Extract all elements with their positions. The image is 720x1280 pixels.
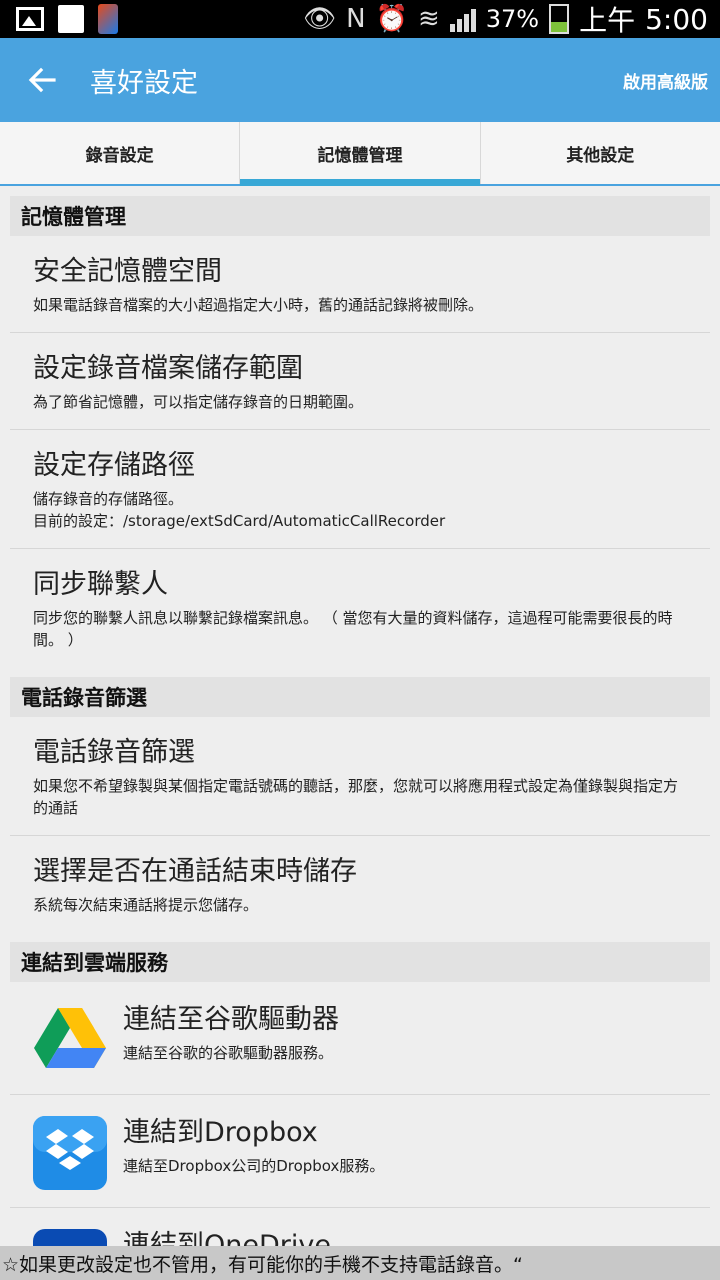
page-title: 喜好設定 — [90, 67, 198, 99]
setting-title: 連結到Dropbox — [123, 1117, 318, 1148]
settings-list[interactable]: 記憶體管理 安全記憶體空間 如果電話錄音檔案的大小超過指定大小時，舊的通話記錄將… — [0, 186, 720, 1246]
setting-title: 設定存儲路徑 — [33, 450, 195, 481]
setting-summary: 連結至Dropbox公司的Dropbox服務。 — [123, 1157, 385, 1175]
smart-stay-eye-icon: 👁 — [303, 4, 337, 34]
setting-title: 電話錄音篩選 — [33, 737, 195, 768]
setting-title: 連結至谷歌驅動器 — [123, 1004, 339, 1035]
setting-onedrive[interactable]: 連結到OneDrive — [10, 1208, 710, 1246]
setting-title: 同步聯繫人 — [33, 569, 168, 600]
battery-percent: 37% — [485, 5, 540, 33]
arrow-back-icon — [28, 67, 56, 93]
setting-storage-range[interactable]: 設定錄音檔案儲存範圍 為了節省記憶體，可以指定儲存錄音的日期範圍。 — [10, 333, 710, 430]
tab-recording-settings[interactable]: 錄音設定 — [0, 122, 239, 184]
setting-google-drive[interactable]: 連結至谷歌驅動器 連結至谷歌的谷歌驅動器服務。 — [10, 982, 710, 1095]
tab-bar: 錄音設定 記憶體管理 其他設定 — [0, 122, 720, 186]
status-ampm: 上午 — [579, 4, 636, 37]
section-header-memory: 記憶體管理 — [10, 196, 710, 236]
back-button[interactable] — [0, 38, 84, 122]
wifi-icon: ≋ — [417, 4, 440, 34]
setting-summary: 連結至谷歌的谷歌驅動器服務。 — [123, 1044, 334, 1062]
setting-summary: 儲存錄音的存儲路徑。 — [33, 490, 184, 508]
tab-other-settings[interactable]: 其他設定 — [479, 122, 720, 184]
signal-icon — [449, 6, 476, 32]
section-header-cloud: 連結到雲端服務 — [10, 942, 710, 982]
setting-summary: 同步您的聯繫人訊息以聯繫記錄檔案訊息。 （ 當您有大量的資料儲存，這過程可能需要… — [33, 609, 673, 649]
setting-summary: 如果電話錄音檔案的大小超過指定大小時，舊的通話記錄將被刪除。 — [33, 296, 484, 314]
setting-safe-memory-space[interactable]: 安全記憶體空間 如果電話錄音檔案的大小超過指定大小時，舊的通話記錄將被刪除。 — [10, 236, 710, 333]
setting-call-filter[interactable]: 電話錄音篩選 如果您不希望錄製與某個指定電話號碼的聽話，那麼，您就可以將應用程式… — [10, 717, 710, 836]
google-drive-icon — [34, 1008, 106, 1068]
alarm-icon: ⏰ — [375, 4, 408, 34]
status-bar: 👁 N ⏰ ≋ 37% 上午 5:00 — [0, 0, 720, 38]
tab-memory-management[interactable]: 記憶體管理 — [239, 122, 480, 186]
setting-dropbox[interactable]: 連結到Dropbox 連結至Dropbox公司的Dropbox服務。 — [10, 1095, 710, 1208]
onedrive-icon — [33, 1229, 107, 1246]
upgrade-premium-button[interactable]: 啟用高級版 — [623, 68, 708, 93]
gallery-notification-icon — [16, 7, 44, 31]
app-bar: 喜好設定 啟用高級版 — [0, 38, 720, 122]
dropbox-icon — [33, 1116, 107, 1190]
setting-summary: 為了節省記憶體，可以指定儲存錄音的日期範圍。 — [33, 393, 364, 411]
section-header-filter: 電話錄音篩選 — [10, 677, 710, 717]
setting-summary: 系統每次結束通話將提示您儲存。 — [33, 896, 259, 914]
setting-save-on-call-end[interactable]: 選擇是否在通話結束時儲存 系統每次結束通話將提示您儲存。 — [10, 836, 710, 932]
setting-current-path: 目前的設定：/storage/extSdCard/AutomaticCallRe… — [33, 512, 446, 530]
setting-sync-contacts[interactable]: 同步聯繫人 同步您的聯繫人訊息以聯繫記錄檔案訊息。 （ 當您有大量的資料儲存，這… — [10, 549, 710, 667]
setting-title: 連結到OneDrive — [123, 1230, 331, 1246]
app-notification-icon — [98, 4, 118, 34]
nfc-icon: N — [346, 4, 366, 34]
setting-title: 安全記憶體空間 — [33, 256, 222, 287]
setting-summary: 如果您不希望錄製與某個指定電話號碼的聽話，那麼，您就可以將應用程式設定為僅錄製與… — [33, 777, 679, 817]
setting-title: 設定錄音檔案儲存範圍 — [33, 353, 303, 384]
status-time: 5:00 — [645, 2, 708, 36]
galaxy-store-notification-icon — [58, 5, 84, 33]
footer-notice: ☆如果更改設定也不管用，有可能你的手機不支持電話錄音。“ — [0, 1246, 720, 1280]
setting-storage-path[interactable]: 設定存儲路徑 儲存錄音的存儲路徑。 目前的設定：/storage/extSdCa… — [10, 430, 710, 549]
setting-title: 選擇是否在通話結束時儲存 — [33, 856, 357, 887]
battery-icon — [549, 4, 570, 34]
